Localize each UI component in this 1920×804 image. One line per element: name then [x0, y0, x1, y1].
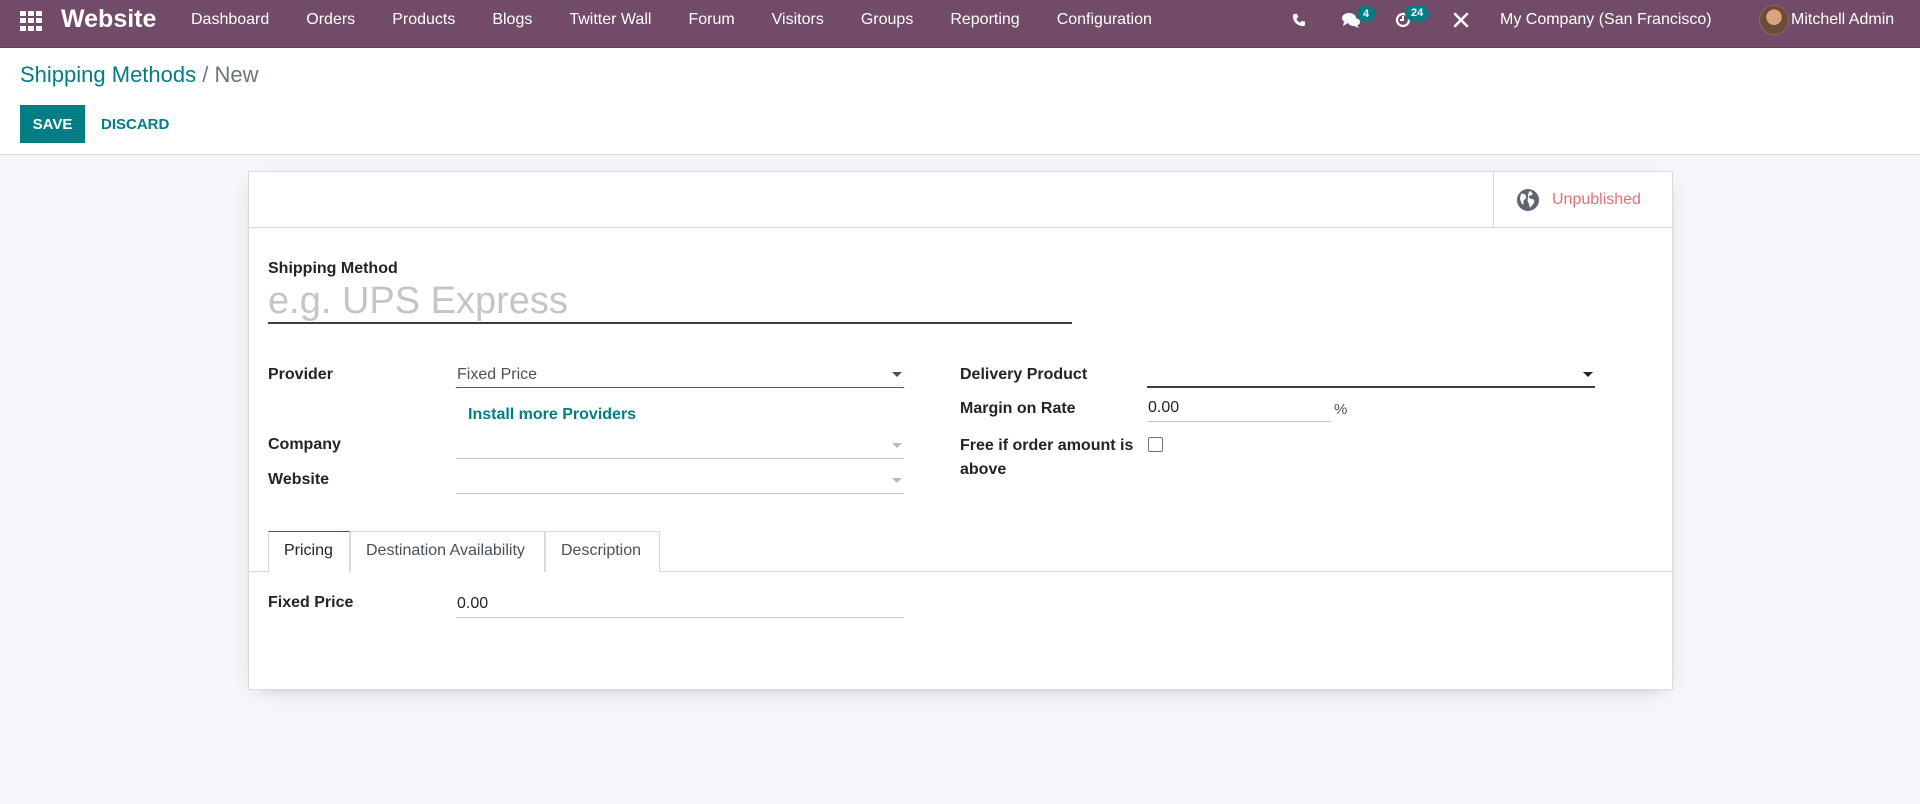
company-label: Company	[268, 436, 341, 453]
delivery-product-select[interactable]	[1147, 361, 1595, 388]
breadcrumb-current: New	[214, 62, 259, 87]
fixed-price-label: Fixed Price	[268, 594, 354, 611]
apps-menu-icon[interactable]	[20, 11, 42, 31]
save-button[interactable]: SAVE	[20, 105, 85, 143]
tab-destination-availability[interactable]: Destination Availability	[350, 531, 545, 572]
menu-item-products[interactable]: Products	[378, 0, 478, 48]
menu-item-dashboard[interactable]: Dashboard	[177, 0, 292, 48]
tab-pricing[interactable]: Pricing	[268, 531, 350, 573]
website-label: Website	[268, 471, 330, 488]
menu-item-visitors[interactable]: Visitors	[758, 0, 847, 48]
chevron-down-icon	[892, 478, 902, 483]
systray: 4 24 My Company (San Francisco) Mitchell…	[1220, 0, 1920, 40]
free-if-above-label: Free if order amount is above	[960, 437, 1134, 478]
chevron-down-icon	[1583, 372, 1593, 377]
tab-description[interactable]: Description	[545, 531, 660, 572]
provider-label: Provider	[268, 366, 333, 383]
company-select[interactable]	[456, 432, 904, 459]
activities-button[interactable]: 24	[1395, 0, 1430, 40]
discard-button[interactable]: DISCARD	[95, 105, 175, 143]
form-sheet: Unpublished Shipping Method Provider Fix…	[248, 171, 1673, 690]
user-menu[interactable]: Mitchell Admin	[1759, 0, 1894, 40]
tools-icon	[1453, 12, 1469, 28]
install-more-providers-link[interactable]: Install more Providers	[468, 406, 636, 424]
button-box: Unpublished	[249, 172, 1672, 228]
app-brand[interactable]: Website	[61, 5, 156, 34]
fixed-price-input[interactable]	[456, 591, 904, 618]
margin-on-rate-label: Margin on Rate	[960, 400, 1076, 417]
provider-value: Fixed Price	[457, 366, 538, 383]
margin-percent-suffix: %	[1334, 401, 1348, 418]
breadcrumb-separator: /	[202, 62, 209, 87]
messages-button[interactable]: 4	[1341, 0, 1376, 40]
publish-status: Unpublished	[1552, 190, 1641, 208]
main-menu: Dashboard Orders Products Blogs Twitter …	[177, 0, 1175, 48]
globe-icon	[1517, 188, 1539, 211]
margin-on-rate-input[interactable]	[1147, 395, 1332, 422]
phone-button[interactable]	[1292, 0, 1306, 40]
chevron-down-icon	[892, 443, 902, 448]
chevron-down-icon	[892, 372, 902, 377]
activities-badge: 24	[1405, 5, 1430, 21]
company-switcher[interactable]: My Company (San Francisco)	[1500, 0, 1712, 40]
control-panel: Shipping Methods / New SAVE DISCARD	[0, 48, 1920, 155]
menu-item-configuration[interactable]: Configuration	[1043, 0, 1175, 48]
free-if-above-checkbox[interactable]	[1148, 437, 1163, 452]
menu-item-blogs[interactable]: Blogs	[478, 0, 555, 48]
delivery-product-label: Delivery Product	[960, 366, 1088, 383]
breadcrumb-shipping-methods[interactable]: Shipping Methods	[20, 62, 196, 87]
publish-toggle-button[interactable]: Unpublished	[1493, 172, 1672, 227]
user-name: Mitchell Admin	[1791, 11, 1895, 28]
phone-icon	[1292, 13, 1306, 27]
avatar	[1759, 5, 1789, 35]
notebook-tabs: Pricing Destination Availability Descrip…	[249, 531, 1672, 573]
menu-item-twitter-wall[interactable]: Twitter Wall	[555, 0, 674, 48]
shipping-method-name-input[interactable]	[268, 280, 1072, 324]
shipping-method-label: Shipping Method	[268, 260, 398, 277]
debug-tools-button[interactable]	[1453, 0, 1469, 40]
menu-item-groups[interactable]: Groups	[847, 0, 936, 48]
website-select[interactable]	[456, 467, 904, 494]
messages-badge: 4	[1357, 6, 1376, 22]
provider-select[interactable]: Fixed Price	[456, 361, 904, 388]
menu-item-orders[interactable]: Orders	[292, 0, 378, 48]
menu-item-reporting[interactable]: Reporting	[936, 0, 1042, 48]
top-navbar: Website Dashboard Orders Products Blogs …	[0, 0, 1920, 48]
breadcrumb: Shipping Methods / New	[20, 62, 259, 88]
menu-item-forum[interactable]: Forum	[674, 0, 757, 48]
